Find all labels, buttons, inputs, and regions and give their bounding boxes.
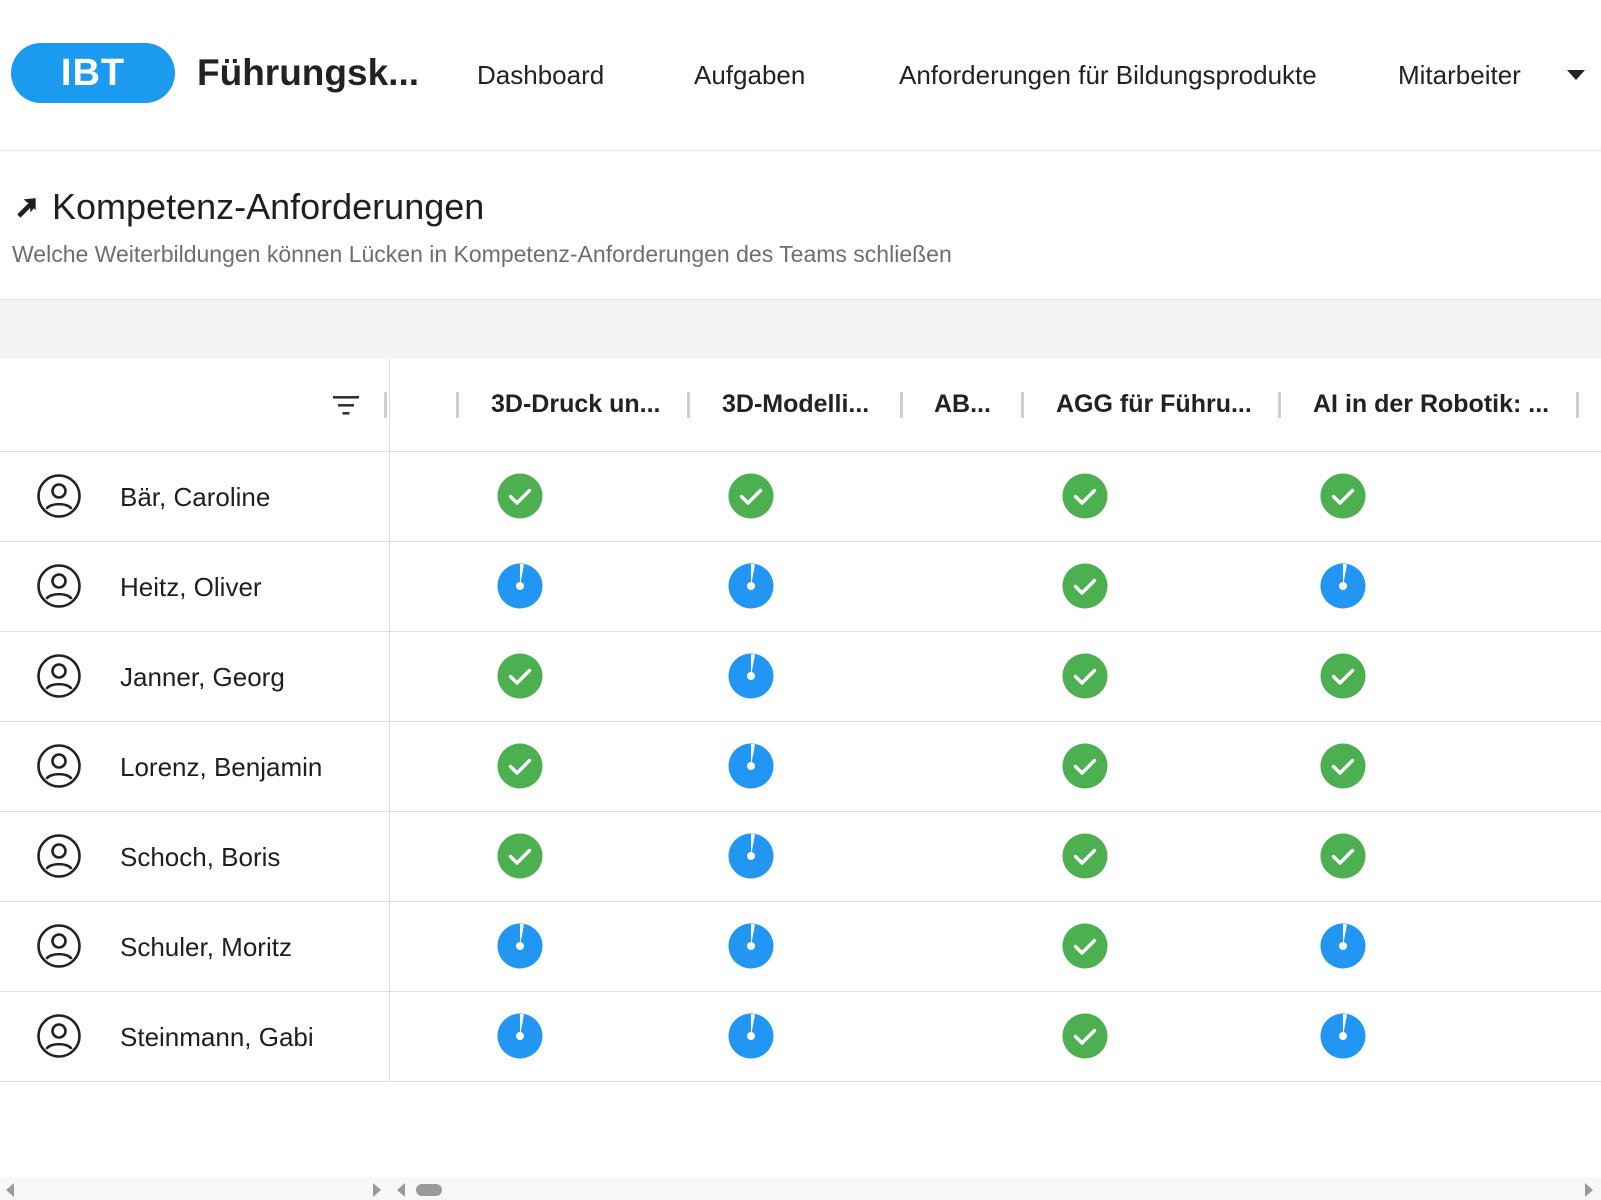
- employee-name[interactable]: Lorenz, Benjamin: [120, 752, 322, 783]
- progress-pie-icon[interactable]: [728, 563, 774, 609]
- chevron-down-icon[interactable]: [1567, 70, 1585, 80]
- check-circle-icon[interactable]: [1320, 833, 1366, 879]
- nav-anforderungen-bildungsprodukte[interactable]: Anforderungen für Bildungsprodukte: [899, 60, 1317, 91]
- table-row[interactable]: Lorenz, Benjamin: [0, 722, 1601, 812]
- check-circle-icon[interactable]: [497, 473, 543, 519]
- scroll-left-arrow-icon[interactable]: [6, 1183, 14, 1197]
- table-row[interactable]: Heitz, Oliver: [0, 542, 1601, 632]
- user-avatar-icon: [37, 1014, 81, 1058]
- page-header: Kompetenz-Anforderungen Welche Weiterbil…: [0, 151, 1601, 300]
- user-avatar-icon: [37, 834, 81, 878]
- check-circle-icon[interactable]: [1062, 563, 1108, 609]
- column-resize-handle[interactable]: [687, 392, 690, 418]
- user-avatar-icon: [37, 564, 81, 608]
- user-avatar-icon: [37, 474, 81, 518]
- scroll-right-arrow-icon[interactable]: [1585, 1183, 1593, 1197]
- employee-name[interactable]: Bär, Caroline: [120, 482, 270, 513]
- horizontal-scrollbar[interactable]: [0, 1177, 1601, 1200]
- column-header-ai-robotik[interactable]: AI in der Robotik: ...: [1313, 390, 1549, 419]
- check-circle-icon[interactable]: [1062, 923, 1108, 969]
- ibt-logo[interactable]: IBT: [11, 43, 175, 103]
- check-circle-icon[interactable]: [1320, 743, 1366, 789]
- table-row[interactable]: Schuler, Moritz: [0, 902, 1601, 992]
- column-header-agg[interactable]: AGG für Führu...: [1056, 390, 1252, 419]
- column-resize-handle[interactable]: [1021, 392, 1024, 418]
- check-circle-icon[interactable]: [728, 473, 774, 519]
- progress-pie-icon[interactable]: [497, 563, 543, 609]
- scroll-thumb[interactable]: [416, 1184, 442, 1196]
- table-row[interactable]: Steinmann, Gabi: [0, 992, 1601, 1082]
- scroll-right-arrow-icon[interactable]: [373, 1183, 381, 1197]
- grid-toolbar: [0, 300, 1601, 359]
- progress-pie-icon[interactable]: [1320, 1013, 1366, 1059]
- nav-dashboard[interactable]: Dashboard: [477, 60, 604, 91]
- table-row[interactable]: Bär, Caroline: [0, 452, 1601, 542]
- employee-name[interactable]: Steinmann, Gabi: [120, 1022, 314, 1053]
- check-circle-icon[interactable]: [1320, 473, 1366, 519]
- column-resize-handle[interactable]: [456, 392, 459, 418]
- employee-name[interactable]: Schuler, Moritz: [120, 932, 292, 963]
- progress-pie-icon[interactable]: [728, 833, 774, 879]
- scroll-left-arrow-icon[interactable]: [397, 1183, 405, 1197]
- column-resize-handle[interactable]: [1576, 392, 1579, 418]
- check-circle-icon[interactable]: [1062, 473, 1108, 519]
- app-title: Führungsk...: [197, 52, 419, 93]
- check-circle-icon[interactable]: [1320, 653, 1366, 699]
- progress-pie-icon[interactable]: [728, 653, 774, 699]
- progress-pie-icon[interactable]: [497, 1013, 543, 1059]
- table-row[interactable]: Janner, Georg: [0, 632, 1601, 722]
- arrow-up-right-icon: [17, 198, 36, 219]
- user-avatar-icon: [37, 744, 81, 788]
- check-circle-icon[interactable]: [497, 833, 543, 879]
- check-circle-icon[interactable]: [1062, 743, 1108, 789]
- progress-pie-icon[interactable]: [497, 923, 543, 969]
- progress-pie-icon[interactable]: [1320, 923, 1366, 969]
- filter-icon[interactable]: [332, 393, 360, 417]
- nav-mitarbeiter[interactable]: Mitarbeiter: [1398, 60, 1521, 91]
- check-circle-icon[interactable]: [1062, 833, 1108, 879]
- nav-aufgaben[interactable]: Aufgaben: [694, 60, 805, 91]
- column-resize-handle[interactable]: [384, 392, 387, 418]
- check-circle-icon[interactable]: [1062, 1013, 1108, 1059]
- column-header-3d-modellierung[interactable]: 3D-Modelli...: [722, 390, 869, 419]
- page-subtitle: Welche Weiterbildungen können Lücken in …: [12, 241, 952, 267]
- column-header-3d-druck[interactable]: 3D-Druck un...: [491, 390, 660, 419]
- employee-name[interactable]: Schoch, Boris: [120, 842, 280, 873]
- progress-pie-icon[interactable]: [728, 923, 774, 969]
- user-avatar-icon: [37, 654, 81, 698]
- column-header-ab[interactable]: AB...: [934, 390, 991, 419]
- column-resize-handle[interactable]: [1278, 392, 1281, 418]
- column-resize-handle[interactable]: [900, 392, 903, 418]
- progress-pie-icon[interactable]: [728, 743, 774, 789]
- check-circle-icon[interactable]: [497, 653, 543, 699]
- page-title: Kompetenz-Anforderungen: [52, 186, 485, 227]
- table-row[interactable]: Schoch, Boris: [0, 812, 1601, 902]
- check-circle-icon[interactable]: [1062, 653, 1108, 699]
- employee-name[interactable]: Heitz, Oliver: [120, 572, 262, 603]
- top-navigation-bar: IBT Führungsk... Dashboard Aufgaben Anfo…: [0, 0, 1601, 151]
- employee-name[interactable]: Janner, Georg: [120, 662, 285, 693]
- progress-pie-icon[interactable]: [1320, 563, 1366, 609]
- user-avatar-icon: [37, 924, 81, 968]
- check-circle-icon[interactable]: [497, 743, 543, 789]
- progress-pie-icon[interactable]: [728, 1013, 774, 1059]
